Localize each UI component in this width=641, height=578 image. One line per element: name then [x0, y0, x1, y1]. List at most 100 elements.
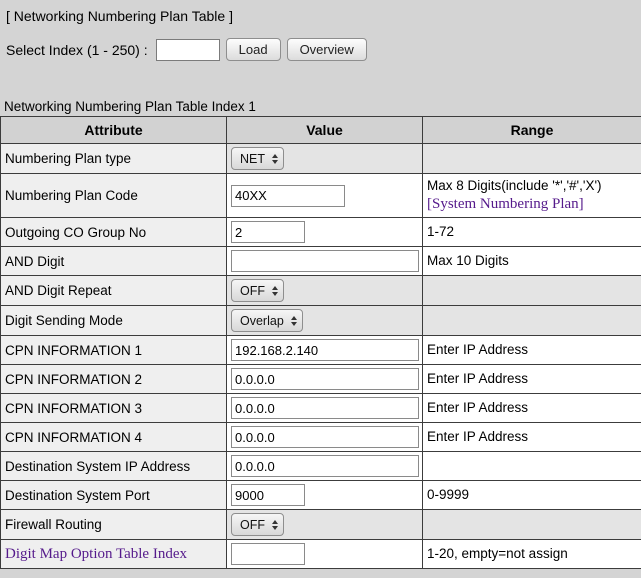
table-row: Digit Sending Mode Overlap	[1, 306, 641, 336]
value-cell	[227, 365, 423, 394]
attribute-label: Digit Sending Mode	[1, 306, 227, 336]
attribute-label-link[interactable]: Digit Map Option Table Index	[1, 540, 227, 569]
range-cell	[423, 510, 641, 540]
index-input[interactable]	[156, 39, 220, 61]
value-cell	[227, 394, 423, 423]
value-input[interactable]	[231, 221, 305, 243]
value-select[interactable]: Overlap	[231, 309, 303, 332]
numbering-plan-table: Attribute Value Range Numbering Plan typ…	[0, 116, 641, 569]
value-cell	[227, 423, 423, 452]
range-text: Enter IP Address	[427, 429, 528, 444]
value-input[interactable]	[231, 484, 305, 506]
range-text: 1-20, empty=not assign	[427, 546, 568, 561]
value-cell	[227, 218, 423, 247]
attribute-label: Numbering Plan Code	[1, 174, 227, 218]
value-input[interactable]	[231, 397, 419, 419]
value-cell: OFF	[227, 276, 423, 306]
attribute-label: CPN INFORMATION 3	[1, 394, 227, 423]
table-row: CPN INFORMATION 2 Enter IP Address	[1, 365, 641, 394]
attribute-label: Numbering Plan type	[1, 144, 227, 174]
attribute-label: CPN INFORMATION 1	[1, 336, 227, 365]
table-row: Destination System Port 0-9999	[1, 481, 641, 510]
attribute-label: CPN INFORMATION 4	[1, 423, 227, 452]
value-cell: OFF	[227, 510, 423, 540]
select-updown-arrows-icon	[272, 154, 278, 164]
range-cell	[423, 144, 641, 174]
range-text: Enter IP Address	[427, 371, 528, 386]
range-cell	[423, 306, 641, 336]
value-cell	[227, 481, 423, 510]
value-cell	[227, 452, 423, 481]
table-row: Numbering Plan Code Max 8 Digits(include …	[1, 174, 641, 218]
range-cell: 1-20, empty=not assign	[423, 540, 641, 569]
value-input[interactable]	[231, 339, 419, 361]
value-input[interactable]	[231, 185, 345, 207]
table-row: Digit Map Option Table Index 1-20, empty=…	[1, 540, 641, 569]
attribute-label: AND Digit	[1, 247, 227, 276]
table-row: AND Digit Repeat OFF	[1, 276, 641, 306]
select-updown-arrows-icon	[291, 316, 297, 326]
range-cell	[423, 452, 641, 481]
index-controls: Select Index (1 - 250) : Load Overview	[6, 38, 641, 61]
attribute-label: CPN INFORMATION 2	[1, 365, 227, 394]
value-cell	[227, 336, 423, 365]
attribute-label: Destination System IP Address	[1, 452, 227, 481]
range-text: 1-72	[427, 224, 454, 239]
column-header-range: Range	[423, 117, 641, 144]
range-cell: Enter IP Address	[423, 336, 641, 365]
table-row: Outgoing CO Group No 1-72	[1, 218, 641, 247]
select-updown-arrows-icon	[272, 286, 278, 296]
range-text: 0-9999	[427, 487, 469, 502]
column-header-attribute: Attribute	[1, 117, 227, 144]
value-select[interactable]: OFF	[231, 513, 284, 536]
networking-numbering-plan-page: [ Networking Numbering Plan Table ] Sele…	[0, 0, 641, 578]
table-row: CPN INFORMATION 4 Enter IP Address	[1, 423, 641, 452]
overview-button[interactable]: Overview	[287, 38, 367, 61]
range-text: Enter IP Address	[427, 342, 528, 357]
range-cell: 1-72	[423, 218, 641, 247]
attribute-label: AND Digit Repeat	[1, 276, 227, 306]
value-input[interactable]	[231, 543, 305, 565]
value-cell: NET	[227, 144, 423, 174]
select-value-label: OFF	[240, 284, 265, 298]
select-value-label: NET	[240, 152, 265, 166]
range-cell: Enter IP Address	[423, 365, 641, 394]
value-select[interactable]: NET	[231, 147, 284, 170]
table-row: Numbering Plan type NET	[1, 144, 641, 174]
range-text: Max 8 Digits(include '*','#','X')	[427, 178, 602, 193]
value-input[interactable]	[231, 455, 419, 477]
value-cell	[227, 540, 423, 569]
value-input[interactable]	[231, 250, 419, 272]
attribute-label: Destination System Port	[1, 481, 227, 510]
table-row: Firewall Routing OFF	[1, 510, 641, 540]
attribute-label: Firewall Routing	[1, 510, 227, 540]
range-cell: Enter IP Address	[423, 394, 641, 423]
select-updown-arrows-icon	[272, 520, 278, 530]
value-input[interactable]	[231, 368, 419, 390]
value-select[interactable]: OFF	[231, 279, 284, 302]
page-title: [ Networking Numbering Plan Table ]	[0, 0, 641, 24]
table-row: Destination System IP Address	[1, 452, 641, 481]
table-body: Numbering Plan type NET Numbering Plan Cod…	[1, 144, 641, 569]
range-cell: 0-9999	[423, 481, 641, 510]
table-row: CPN INFORMATION 3 Enter IP Address	[1, 394, 641, 423]
range-text: Max 10 Digits	[427, 253, 509, 268]
range-link[interactable]: [System Numbering Plan]	[427, 196, 584, 212]
table-caption: Networking Numbering Plan Table Index 1	[4, 99, 641, 114]
table-row: AND Digit Max 10 Digits	[1, 247, 641, 276]
range-cell: Max 10 Digits	[423, 247, 641, 276]
table-row: CPN INFORMATION 1 Enter IP Address	[1, 336, 641, 365]
select-value-label: Overlap	[240, 314, 284, 328]
column-header-value: Value	[227, 117, 423, 144]
range-cell: Enter IP Address	[423, 423, 641, 452]
range-text: Enter IP Address	[427, 400, 528, 415]
value-cell: Overlap	[227, 306, 423, 336]
select-index-label: Select Index (1 - 250) :	[6, 42, 148, 58]
range-cell: Max 8 Digits(include '*','#','X') [System…	[423, 174, 641, 218]
range-cell	[423, 276, 641, 306]
load-button[interactable]: Load	[226, 38, 281, 61]
table-header-row: Attribute Value Range	[1, 117, 641, 144]
select-value-label: OFF	[240, 518, 265, 532]
value-input[interactable]	[231, 426, 419, 448]
attribute-label: Outgoing CO Group No	[1, 218, 227, 247]
